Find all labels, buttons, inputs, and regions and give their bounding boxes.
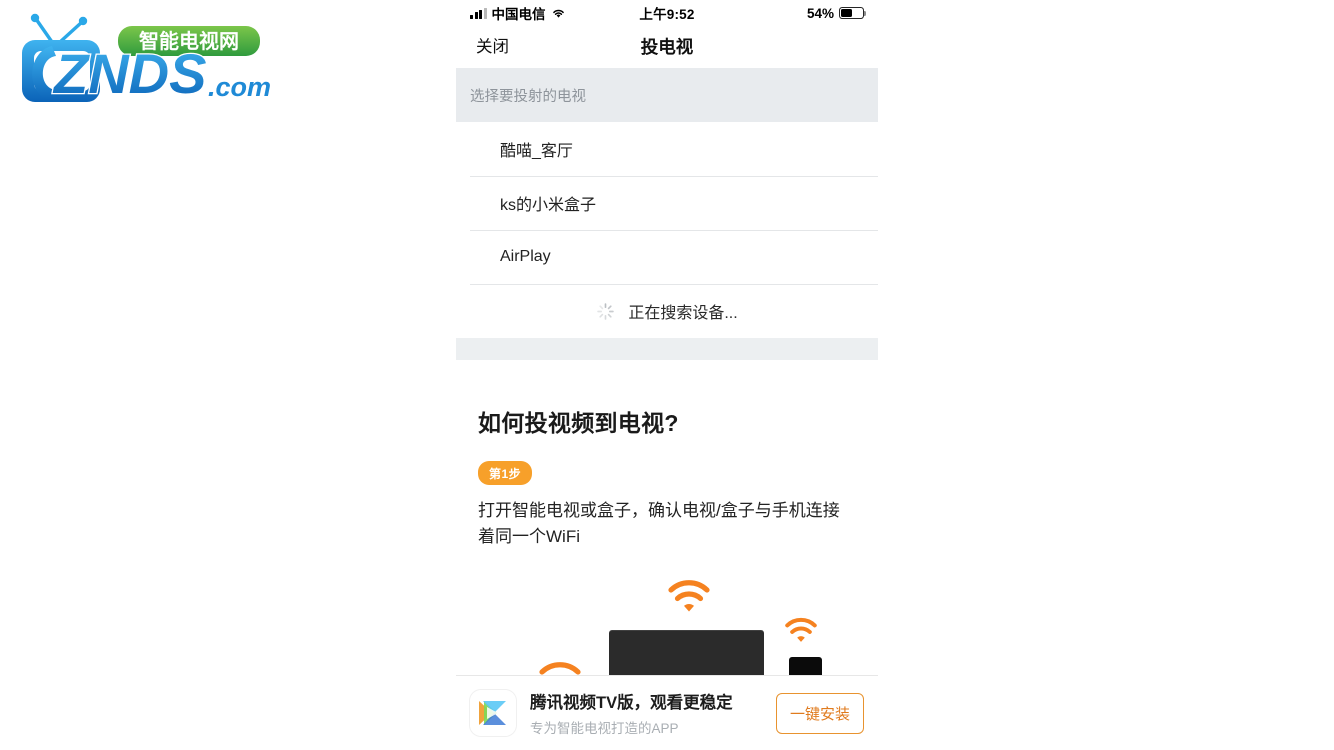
znds-wordmark: ZNDS [52, 42, 206, 105]
device-row[interactable]: 酷喵_客厅 [456, 122, 878, 176]
wifi-icon [668, 580, 710, 612]
ad-text-block: 腾讯视频TV版，观看更稳定 专为智能电视打造的APP [530, 689, 776, 737]
ad-subtitle: 专为智能电视打造的APP [530, 721, 679, 736]
battery-icon [839, 7, 867, 19]
device-name: ks的小米盒子 [500, 197, 597, 214]
znds-logo: 智能电视网 ZNDS .com [10, 12, 290, 108]
howto-section: 如何投视频到电视? 第1步 打开智能电视或盒子，确认电视/盒子与手机连接着同一个… [456, 360, 878, 687]
section-divider [456, 338, 878, 360]
step-badge: 第1步 [478, 461, 533, 485]
screenshot-root: 智能电视网 ZNDS .com 中国电信 上午9:52 54% 关闭 投电视 选… [0, 0, 1334, 750]
ad-title: 腾讯视频TV版，观看更稳定 [530, 694, 733, 712]
install-button[interactable]: 一键安装 [775, 692, 864, 734]
znds-domain: .com [208, 72, 271, 102]
status-bar: 中国电信 上午9:52 54% [456, 0, 878, 26]
page-title: 投电视 [640, 37, 694, 57]
battery-percent-label: 54% [806, 5, 834, 21]
searching-label: 正在搜索设备... [628, 305, 738, 322]
howto-illustration [478, 565, 856, 687]
device-name: AirPlay [500, 248, 551, 265]
device-name: 酷喵_客厅 [500, 143, 573, 160]
nav-bar: 关闭 投电视 [456, 26, 878, 68]
device-row[interactable]: ks的小米盒子 [456, 176, 878, 230]
status-bar-right: 54% [806, 5, 867, 21]
section-header: 选择要投射的电视 [456, 68, 878, 122]
ad-banner[interactable]: 腾讯视频TV版，观看更稳定 专为智能电视打造的APP 一键安装 [456, 676, 878, 750]
tencent-video-icon [470, 690, 516, 736]
device-list: 酷喵_客厅 ks的小米盒子 AirPlay 正在搜索设备... [456, 122, 878, 338]
loading-spinner-icon [597, 302, 615, 320]
phone-screenshot: 中国电信 上午9:52 54% 关闭 投电视 选择要投射的电视 酷喵_客厅 ks… [456, 0, 878, 750]
device-row[interactable]: AirPlay [456, 230, 878, 284]
howto-title: 如何投视频到电视? [478, 410, 679, 436]
section-header-label: 选择要投射的电视 [470, 88, 586, 105]
searching-status: 正在搜索设备... [456, 284, 878, 338]
step-description: 打开智能电视或盒子，确认电视/盒子与手机连接着同一个WiFi [478, 501, 840, 546]
wifi-icon [785, 617, 817, 642]
